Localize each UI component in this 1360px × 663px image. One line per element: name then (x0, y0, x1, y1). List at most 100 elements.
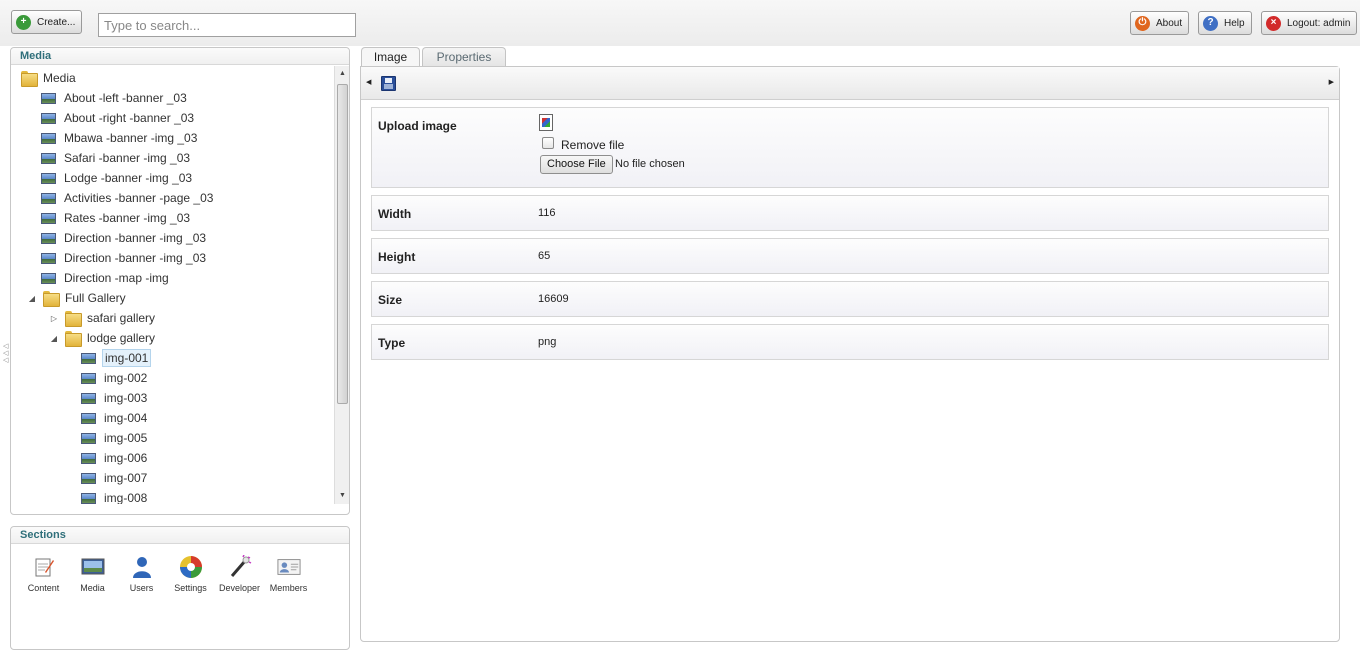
create-button[interactable]: + Create... (11, 10, 83, 34)
toolbar-scroll-right-icon[interactable]: ▶ (1329, 78, 1334, 86)
no-file-chosen-text: No file chosen (615, 158, 685, 170)
tab-properties[interactable]: Properties (422, 47, 506, 67)
section-members-label: Members (269, 583, 308, 593)
tree-folder[interactable]: ▷ safari gallery (49, 308, 157, 328)
image-icon (41, 192, 56, 204)
tree-item[interactable]: Lodge -banner -img _03 (41, 168, 194, 188)
save-icon[interactable] (381, 76, 396, 91)
width-label: Width (378, 207, 412, 221)
remove-file-checkbox[interactable] (542, 137, 554, 149)
size-value: 16609 (538, 293, 569, 305)
tree-item[interactable]: img-008 (81, 488, 149, 504)
help-icon: ? (1203, 15, 1218, 31)
tree-item[interactable]: img-002 (81, 368, 149, 388)
scrollbar-thumb[interactable] (337, 84, 348, 404)
editor-toolbar: ◀ ▶ (361, 67, 1339, 100)
media-panel: Media Media About -left -banner _03 About … (10, 47, 350, 515)
tree-item-label: Full Gallery (65, 291, 126, 305)
tree-item[interactable]: About -right -banner _03 (41, 108, 196, 128)
tree-item[interactable]: Direction -banner -img _03 (41, 248, 208, 268)
file-thumbnail-icon[interactable] (539, 114, 553, 131)
height-label: Height (378, 250, 416, 264)
section-content[interactable]: Content (19, 555, 68, 593)
section-content-label: Content (27, 583, 60, 593)
tree-folder[interactable]: ◢ lodge gallery (49, 328, 157, 348)
tree-item[interactable]: Activities -banner -page _03 (41, 188, 215, 208)
tree-folder[interactable]: Media (21, 68, 78, 88)
tree-item[interactable]: img-004 (81, 408, 149, 428)
tree-item[interactable]: Direction -map -img (41, 268, 171, 288)
tree-item-label: Direction -map -img (64, 271, 169, 285)
section-users[interactable]: Users (117, 555, 166, 593)
sections-panel: Sections Content Media Users Settings De… (10, 526, 350, 650)
image-icon (81, 352, 96, 364)
tree-item[interactable]: img-006 (81, 448, 149, 468)
scroll-down-icon[interactable]: ▼ (335, 488, 350, 504)
sections-panel-title: Sections (11, 527, 349, 544)
image-icon (81, 492, 96, 504)
content-icon (32, 555, 56, 579)
image-icon (41, 212, 56, 224)
logout-button[interactable]: × Logout: admin (1261, 11, 1358, 35)
tree-item[interactable]: Rates -banner -img _03 (41, 208, 192, 228)
scroll-up-icon[interactable]: ▲ (335, 66, 350, 82)
developer-icon (228, 555, 252, 579)
image-icon (41, 92, 56, 104)
collapse-arrow-icon[interactable]: ◢ (49, 333, 59, 343)
tree-item-label: Media (43, 71, 76, 85)
expand-arrow-icon[interactable]: ▷ (49, 313, 59, 323)
width-row: Width 116 (371, 195, 1329, 231)
image-icon (81, 452, 96, 464)
section-members[interactable]: Members (264, 555, 313, 593)
section-developer[interactable]: Developer (215, 555, 264, 593)
height-value: 65 (538, 250, 551, 262)
choose-file-button[interactable]: Choose File (540, 155, 613, 174)
collapse-arrow-icon[interactable]: ◢ (27, 293, 37, 303)
tree-folder[interactable]: ◢ Full Gallery (27, 288, 128, 308)
tree-item-label: safari gallery (87, 311, 156, 325)
image-icon (41, 112, 56, 124)
tree-item[interactable]: Mbawa -banner -img _03 (41, 128, 199, 148)
tree-item[interactable]: About -left -banner _03 (41, 88, 189, 108)
folder-icon (43, 291, 60, 307)
tree-item[interactable]: Direction -banner -img _03 (41, 228, 208, 248)
search-input[interactable] (98, 13, 356, 37)
tree-item-label: img-005 (104, 431, 148, 445)
about-button[interactable]: ⏻ About (1130, 11, 1190, 35)
section-users-label: Users (129, 583, 154, 593)
size-row: Size 16609 (371, 281, 1329, 317)
tree-item-label: Direction -banner -img _03 (64, 251, 207, 265)
tree-item-label: About -right -banner _03 (64, 111, 195, 125)
power-icon: ⏻ (1135, 15, 1150, 31)
help-button[interactable]: ? Help (1198, 11, 1252, 35)
image-icon (41, 132, 56, 144)
section-media-label: Media (80, 583, 105, 593)
section-settings-label: Settings (174, 583, 207, 593)
tree-scrollbar[interactable]: ▲ ▼ (334, 66, 349, 504)
tree-item-label: img-004 (104, 411, 148, 425)
tree-item-label: img-002 (104, 371, 148, 385)
tree-item-label: Rates -banner -img _03 (64, 211, 191, 225)
tab-image[interactable]: Image (361, 47, 420, 67)
tree-item[interactable]: img-005 (81, 428, 149, 448)
users-icon (130, 555, 154, 579)
tree-item[interactable]: img-003 (81, 388, 149, 408)
section-developer-label: Developer (218, 583, 261, 593)
image-icon (41, 172, 56, 184)
tree-item[interactable]: Safari -banner -img _03 (41, 148, 192, 168)
tree-item-label: Lodge -banner -img _03 (64, 171, 193, 185)
media-tree: Media About -left -banner _03 About -right… (11, 66, 333, 504)
type-value: png (538, 336, 557, 348)
tree-item-label: img-001 (102, 349, 152, 367)
image-icon (41, 252, 56, 264)
tree-item-label: lodge gallery (87, 331, 156, 345)
logout-button-label: Logout: admin (1287, 17, 1351, 29)
section-settings[interactable]: Settings (166, 555, 215, 593)
panel-resize-handle[interactable]: ◁ ◁ ◁ (3, 343, 8, 364)
about-button-label: About (1156, 17, 1183, 29)
tree-item[interactable]: img-001 (81, 348, 152, 368)
tree-item[interactable]: img-007 (81, 468, 149, 488)
image-icon (41, 152, 56, 164)
toolbar-scroll-left-icon[interactable]: ◀ (366, 78, 371, 86)
section-media[interactable]: Media (68, 555, 117, 593)
